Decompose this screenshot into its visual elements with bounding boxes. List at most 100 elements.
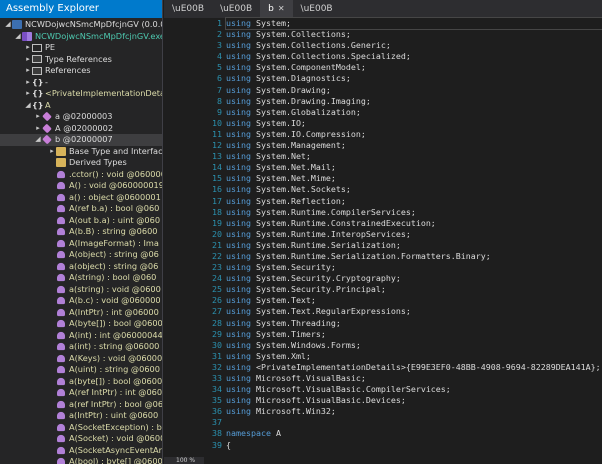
expand-arrow-icon[interactable]: ▸ (34, 111, 42, 123)
code-line[interactable]: using Microsoft.Win32; (226, 406, 602, 417)
document-tab[interactable]: b ✕ (260, 0, 293, 18)
code-line[interactable]: using System.Threading; (226, 318, 602, 329)
code-line[interactable]: using System.Collections.Specialized; (226, 51, 602, 62)
tree-node[interactable]: A(byte[]) : bool @0600 (0, 318, 162, 330)
tree-node[interactable]: A(uint) : string @0600 (0, 364, 162, 376)
code-line[interactable]: using System.Drawing.Imaging; (226, 96, 602, 107)
tree-node-label: A(byte[]) : bool @0600 (69, 318, 163, 328)
expand-arrow-icon[interactable]: ▸ (24, 88, 32, 100)
tree-node[interactable]: A(b.c) : void @060000 (0, 295, 162, 307)
code-line[interactable]: using System.Runtime.CompilerServices; (226, 207, 602, 218)
tree-node[interactable]: a(IntPtr) : uint @0600 (0, 410, 162, 422)
expand-arrow-icon[interactable]: ▸ (24, 65, 32, 77)
code-line[interactable]: using <PrivateImplementationDetails>{E99… (226, 362, 602, 373)
expand-arrow-icon[interactable]: ▸ (24, 54, 32, 66)
code-line[interactable]: using System.Net.Mime; (226, 173, 602, 184)
tree-node[interactable]: a(ref IntPtr) : bool @06 (0, 399, 162, 411)
code-line[interactable] (226, 417, 602, 428)
tree-node[interactable]: a(object) : string @06 (0, 261, 162, 273)
code-line[interactable]: using System.Runtime.Serialization.Forma… (226, 251, 602, 262)
tree-node[interactable]: A(IntPtr) : int @06000 (0, 307, 162, 319)
code-line[interactable]: using System.Management; (226, 140, 602, 151)
collapse-arrow-icon[interactable]: ◢ (34, 134, 42, 146)
expand-arrow-icon[interactable]: ▸ (48, 146, 56, 158)
code-line[interactable]: using System.Xml; (226, 351, 602, 362)
tree-node[interactable]: A(bool) : byte[] @0600 (0, 456, 162, 464)
tree-node[interactable]: A(ref IntPtr) : int @060 (0, 387, 162, 399)
tree-node[interactable]: ▸{} - (0, 77, 162, 89)
tree-node[interactable]: A(object) : string @06 (0, 249, 162, 261)
tree-node[interactable]: a(string) : void @0600 (0, 284, 162, 296)
tree-node[interactable]: ▸ A @02000002 (0, 123, 162, 135)
document-tab[interactable]: \uE00B (164, 0, 212, 18)
tree-node[interactable]: ▸ PE (0, 42, 162, 54)
tree-node[interactable]: a(byte[]) : bool @0600 (0, 376, 162, 388)
code-editor[interactable]: 1 2 3 4 5 6 7 8 9 10 11 12 13 14 15 16 17 18 19 20 21 22 23 24 2… (164, 16, 602, 464)
tree-node[interactable]: A(ImageFormat) : Ima (0, 238, 162, 250)
tree-node[interactable]: A(b.B) : string @0600 (0, 226, 162, 238)
code-line[interactable]: using System.Timers; (226, 329, 602, 340)
code-line[interactable]: using System.Text.RegularExpressions; (226, 306, 602, 317)
collapse-arrow-icon[interactable]: ◢ (24, 100, 32, 112)
code-line[interactable]: using Microsoft.VisualBasic; (226, 373, 602, 384)
tree-node[interactable]: A(SocketException) : b (0, 422, 162, 434)
code-line[interactable]: using Microsoft.VisualBasic.Devices; (226, 395, 602, 406)
tree-node[interactable]: A(int) : int @06000044 (0, 330, 162, 342)
code-line[interactable]: using System.Runtime.InteropServices; (226, 229, 602, 240)
code-line[interactable]: using System.Collections; (226, 29, 602, 40)
tree-node[interactable]: ◢ NCWDojwcNSmcMpDfcjnGV.exe (0, 31, 162, 43)
code-line[interactable]: using System.Security; (226, 262, 602, 273)
code-line[interactable]: using System.IO; (226, 118, 602, 129)
code-line[interactable]: using System.Net.Sockets; (226, 184, 602, 195)
tree-node[interactable]: A(string) : bool @060 (0, 272, 162, 284)
tree-node[interactable]: A(ref b.a) : bool @060 (0, 203, 162, 215)
tree-node[interactable]: ◢ NCWDojwcNSmcMpDfcjnGV (0.0.0.0 (0, 19, 162, 31)
tree-node[interactable]: A() : void @060000019 (0, 180, 162, 192)
expand-arrow-icon[interactable]: ▸ (34, 123, 42, 135)
code-line[interactable]: using System.Net.Mail; (226, 162, 602, 173)
tree-node[interactable]: ▸ Base Type and Interfac (0, 146, 162, 158)
expand-arrow-icon[interactable]: ▸ (24, 42, 32, 54)
code-line[interactable]: using System.Windows.Forms; (226, 340, 602, 351)
code-line[interactable]: namespace A (226, 428, 602, 439)
tree-node[interactable]: a(int) : string @06000 (0, 341, 162, 353)
code-line[interactable]: { (226, 440, 602, 451)
tree-node[interactable]: .cctor() : void @060000 (0, 169, 162, 181)
code-line[interactable]: using System.Net; (226, 151, 602, 162)
code-line[interactable]: using System.Globalization; (226, 107, 602, 118)
tree-node[interactable]: ◢ b @02000007 (0, 134, 162, 146)
code-text: System.Collections.Generic; (250, 40, 391, 51)
tree-node[interactable]: ◢{} A (0, 100, 162, 112)
code-line[interactable]: using System.IO.Compression; (226, 129, 602, 140)
code-area[interactable]: using System; using System.Collections; us… (225, 16, 602, 464)
code-line[interactable]: using System.Drawing; (226, 85, 602, 96)
collapse-arrow-icon[interactable]: ◢ (14, 31, 22, 43)
code-line[interactable]: using System.ComponentModel; (226, 62, 602, 73)
tree-node[interactable]: ▸ References (0, 65, 162, 77)
zoom-level[interactable]: 100 % (164, 457, 204, 464)
tree-node[interactable]: Derived Types (0, 157, 162, 169)
code-line[interactable]: using System.Collections.Generic; (226, 40, 602, 51)
tree-node[interactable]: A(SocketAsyncEventAr (0, 445, 162, 457)
code-line[interactable]: using System.Security.Cryptography; (226, 273, 602, 284)
code-line[interactable]: using System.Text; (226, 295, 602, 306)
close-icon[interactable]: ✕ (278, 0, 285, 18)
tree-node[interactable]: A(Socket) : void @0600 (0, 433, 162, 445)
code-line[interactable]: using System.Runtime.ConstrainedExecutio… (226, 218, 602, 229)
expand-arrow-icon[interactable]: ▸ (24, 77, 32, 89)
code-line[interactable]: using System; (225, 16, 602, 31)
tree-node[interactable]: ▸{} <PrivateImplementationDeta (0, 88, 162, 100)
code-line[interactable]: using System.Runtime.Serialization; (226, 240, 602, 251)
tree-node[interactable]: A(out b.a) : uint @060 (0, 215, 162, 227)
tree-node[interactable]: ▸ Type References (0, 54, 162, 66)
collapse-arrow-icon[interactable]: ◢ (4, 19, 12, 31)
code-line[interactable]: using Microsoft.VisualBasic.CompilerServ… (226, 384, 602, 395)
tree-node[interactable]: A(Keys) : void @06000 (0, 353, 162, 365)
code-line[interactable]: using System.Reflection; (226, 196, 602, 207)
document-tab[interactable]: \uE00B (212, 0, 260, 18)
tree-node[interactable]: ▸ a @02000003 (0, 111, 162, 123)
code-line[interactable]: using System.Security.Principal; (226, 284, 602, 295)
code-line[interactable]: using System.Diagnostics; (226, 73, 602, 84)
tree-node[interactable]: a() : object @0600001 (0, 192, 162, 204)
document-tab[interactable]: \uE00B (293, 0, 341, 18)
